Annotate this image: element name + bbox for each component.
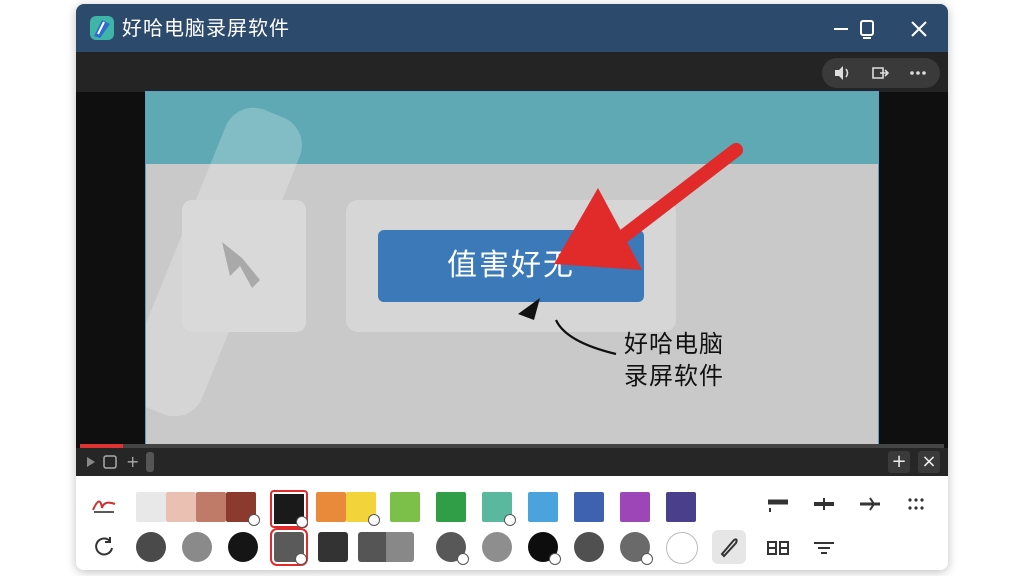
- app-window: 好哈电脑录屏软件 值害好无 好哈电脑 录屏软件 + + ×: [76, 4, 948, 570]
- pen-icon: [720, 538, 738, 558]
- brush-color-dot[interactable]: [318, 532, 348, 562]
- color-swatch[interactable]: [574, 492, 604, 522]
- pen-tool-button[interactable]: [712, 530, 746, 564]
- color-swatch[interactable]: [666, 492, 696, 522]
- align-icon[interactable]: [810, 534, 838, 562]
- progress-track[interactable]: [80, 444, 944, 448]
- color-swatch[interactable]: [316, 492, 346, 522]
- timeline-add-icon[interactable]: +: [126, 452, 140, 472]
- annotation-arrows: [518, 143, 743, 356]
- dot-badge: [549, 553, 561, 565]
- add-button[interactable]: +: [888, 451, 910, 473]
- signature-icon[interactable]: [90, 490, 118, 518]
- scrub-handle[interactable]: [146, 452, 154, 472]
- brush-color-dot[interactable]: [666, 532, 698, 564]
- callout-text: 好哈电脑 录屏软件: [624, 328, 724, 392]
- annotation-palette: [76, 476, 948, 570]
- swatch-badge: [296, 516, 308, 528]
- red-arrow: [554, 143, 743, 270]
- brush-color-dot[interactable]: [436, 532, 469, 565]
- dot-badge: [295, 553, 307, 565]
- color-swatch[interactable]: [346, 492, 380, 526]
- color-swatch[interactable]: [482, 492, 516, 526]
- color-swatch[interactable]: [528, 492, 558, 522]
- crop-icon[interactable]: [100, 452, 122, 472]
- volume-icon[interactable]: [832, 63, 852, 83]
- captured-frame: 值害好无 好哈电脑 录屏软件: [145, 91, 879, 445]
- brush-color-dot[interactable]: [574, 532, 604, 562]
- preview-stage: 值害好无 好哈电脑 录屏软件: [76, 91, 948, 448]
- close-panel-button[interactable]: ×: [918, 451, 940, 473]
- brush-color-dot[interactable]: [136, 532, 166, 562]
- brush-color-dot[interactable]: [482, 532, 512, 562]
- line-arrow-icon[interactable]: [856, 490, 884, 518]
- swatch-badge: [504, 514, 516, 526]
- progress-fill: [80, 444, 124, 448]
- color-swatch[interactable]: [166, 492, 196, 522]
- toolbar-pill: [822, 58, 940, 88]
- more-icon[interactable]: [908, 63, 928, 83]
- undo-circle-icon[interactable]: [90, 532, 118, 560]
- brush-color-dot[interactable]: [270, 528, 308, 566]
- color-swatch[interactable]: [136, 492, 166, 522]
- black-arrow: [518, 298, 617, 356]
- text-columns-icon[interactable]: [764, 534, 792, 562]
- play-icon[interactable]: [84, 452, 98, 472]
- line-center-icon[interactable]: [810, 490, 838, 518]
- dot-badge: [457, 553, 469, 565]
- color-swatch[interactable]: [620, 492, 650, 522]
- swatch-badge: [248, 514, 260, 526]
- maximize-icon[interactable]: [852, 14, 882, 44]
- color-swatch[interactable]: [270, 490, 308, 528]
- two-tone-swatch[interactable]: [358, 532, 414, 562]
- swatch-badge: [368, 514, 380, 526]
- brush-color-dot[interactable]: [182, 532, 212, 562]
- preview-toolbar: [76, 52, 948, 92]
- app-logo-icon: [90, 16, 114, 40]
- line-thick-icon[interactable]: [764, 490, 792, 518]
- window-title: 好哈电脑录屏软件: [122, 16, 290, 40]
- dot-badge: [641, 553, 653, 565]
- title-bar: 好哈电脑录屏软件: [76, 4, 948, 52]
- color-swatch[interactable]: [196, 492, 226, 522]
- export-icon[interactable]: [870, 63, 890, 83]
- close-icon[interactable]: [904, 14, 934, 44]
- color-swatch[interactable]: [436, 492, 466, 522]
- color-swatch[interactable]: [226, 492, 260, 526]
- timeline-bar: + + ×: [76, 444, 948, 476]
- brush-color-dot[interactable]: [620, 532, 653, 565]
- brush-color-dot[interactable]: [228, 532, 258, 562]
- callout-line-2: 录屏软件: [624, 362, 724, 390]
- callout-line-1: 好哈电脑: [624, 330, 724, 358]
- dots-icon[interactable]: [902, 490, 930, 518]
- brush-color-dot[interactable]: [528, 532, 561, 565]
- color-swatch[interactable]: [390, 492, 420, 522]
